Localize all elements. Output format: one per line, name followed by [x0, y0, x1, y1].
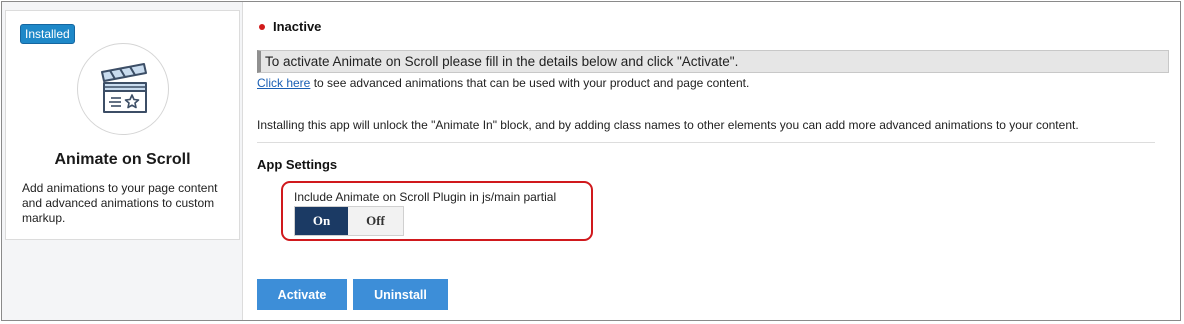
activate-button[interactable]: Activate — [257, 279, 347, 310]
action-buttons: Activate Uninstall — [257, 279, 448, 310]
app-name: Animate on Scroll — [54, 151, 191, 168]
activation-notice: To activate Animate on Scroll please fil… — [257, 50, 1169, 73]
app-summary-card: Installed Animate on Scroll Add animatio… — [5, 10, 240, 240]
toggle-on-button[interactable]: On — [295, 207, 348, 235]
uninstall-button[interactable]: Uninstall — [353, 279, 448, 310]
app-settings-heading: App Settings — [257, 157, 338, 172]
app-description: Add animations to your page content and … — [22, 181, 218, 225]
status-indicator: Inactive — [259, 19, 321, 34]
app-icon-circle — [77, 43, 169, 135]
installed-badge: Installed — [20, 24, 75, 44]
advanced-animations-text: Click here to see advanced animations th… — [257, 76, 749, 90]
status-dot-icon — [259, 23, 265, 30]
toggle-off-button[interactable]: Off — [348, 207, 403, 235]
install-description: Installing this app will unlock the "Ani… — [257, 118, 1079, 132]
plugin-toggle: On Off — [294, 206, 404, 236]
divider — [257, 142, 1155, 143]
status-label: Inactive — [273, 19, 322, 34]
plugin-toggle-label: Include Animate on Scroll Plugin in js/m… — [294, 190, 557, 204]
app-detail-panel: Installed Animate on Scroll Add animatio… — [1, 1, 1181, 321]
click-here-link[interactable]: Click here — [257, 76, 310, 90]
app-settings-main: Inactive To activate Animate on Scroll p… — [242, 2, 1180, 320]
advanced-animations-description: to see advanced animations that can be u… — [310, 76, 750, 90]
